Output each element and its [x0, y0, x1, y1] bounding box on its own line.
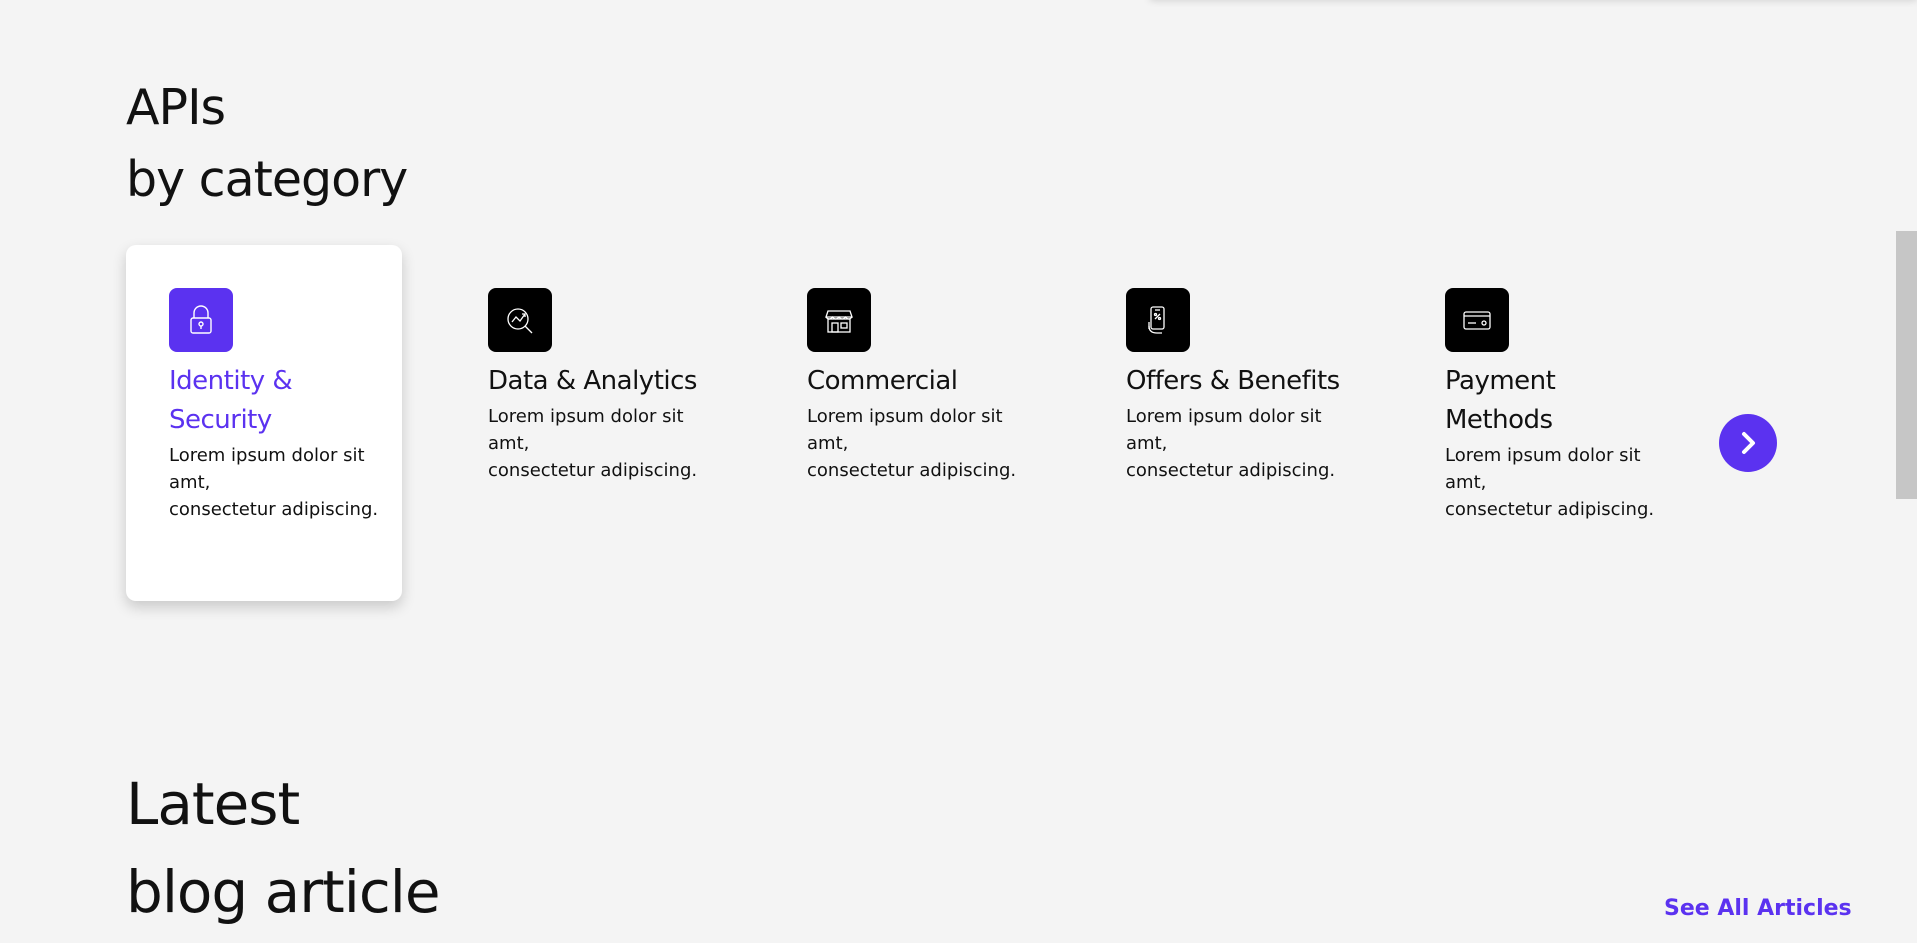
category-description: Lorem ipsum dolor sit amt, consectetur a…: [169, 445, 379, 520]
page: APIs by category Identity & Security Lor…: [0, 0, 1917, 943]
chevron-right-icon: [1742, 432, 1755, 454]
credit-card-icon: [1445, 288, 1509, 352]
analytics-magnifier-icon: [488, 288, 552, 352]
category-card-data-analytics[interactable]: Data & Analytics Lorem ipsum dolor sit a…: [445, 245, 721, 601]
see-all-articles-link[interactable]: See All Articles: [1664, 896, 1852, 921]
category-title: Identity & Security: [169, 366, 293, 435]
storefront-icon: [807, 288, 871, 352]
blog-section-title: Latest blog article: [126, 760, 441, 936]
category-card-identity-security[interactable]: Identity & Security Lorem ipsum dolor si…: [126, 245, 402, 601]
mobile-offer-icon: [1126, 288, 1190, 352]
blog-title-line1: Latest: [126, 770, 300, 838]
category-description: Lorem ipsum dolor sit amt, consectetur a…: [1126, 406, 1336, 481]
category-card-commercial[interactable]: Commercial Lorem ipsum dolor sit amt, co…: [764, 245, 1040, 601]
category-card-payment-methods[interactable]: Payment Methods Lorem ipsum dolor sit am…: [1402, 245, 1678, 601]
category-description: Lorem ipsum dolor sit amt, consectetur a…: [807, 406, 1017, 481]
category-description: Lorem ipsum dolor sit amt, consectetur a…: [1445, 445, 1655, 520]
apis-title-line2: by category: [126, 151, 408, 208]
category-card-offers-benefits[interactable]: Offers & Benefits Lorem ipsum dolor sit …: [1083, 245, 1359, 601]
category-title: Offers & Benefits: [1126, 366, 1340, 396]
category-carousel: Identity & Security Lorem ipsum dolor si…: [126, 245, 1806, 601]
blog-title-line2: blog article: [126, 858, 441, 926]
category-description: Lorem ipsum dolor sit amt, consectetur a…: [488, 406, 698, 481]
category-title: Payment Methods: [1445, 366, 1556, 435]
apis-title-line1: APIs: [126, 79, 226, 136]
category-title: Commercial: [807, 366, 958, 396]
carousel-next-button[interactable]: [1719, 414, 1777, 472]
lock-icon: [169, 288, 233, 352]
scrollbar-thumb[interactable]: [1896, 231, 1917, 499]
category-title: Data & Analytics: [488, 366, 697, 396]
apis-section-title: APIs by category: [126, 72, 408, 216]
